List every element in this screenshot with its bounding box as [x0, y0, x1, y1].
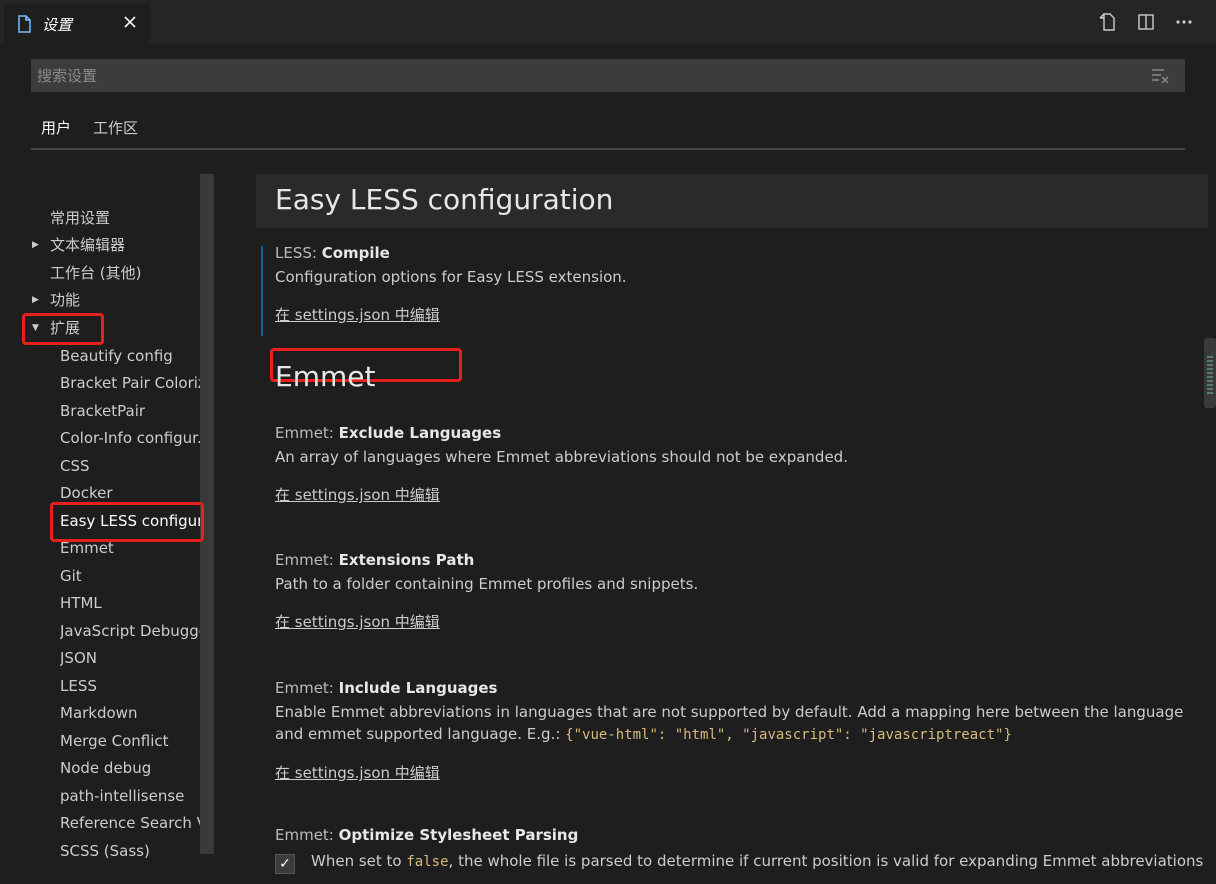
toc-item-json[interactable]: JSON	[60, 645, 210, 671]
toc-item-scss[interactable]: SCSS (Sass)	[60, 838, 210, 864]
toc-item-reference-search[interactable]: Reference Search V...	[60, 810, 210, 836]
chevron-right-icon[interactable]: ▶	[32, 287, 42, 313]
tab-settings[interactable]: 设置	[4, 4, 150, 44]
toc-item-css[interactable]: CSS	[60, 453, 210, 479]
group-header: Easy LESS configuration	[256, 174, 1208, 228]
more-actions-icon[interactable]	[1172, 10, 1196, 34]
toc-item-js-debugger[interactable]: JavaScript Debugger	[60, 618, 210, 644]
setting-name: Optimize Stylesheet Parsing	[338, 826, 579, 844]
edit-in-settings-json-link[interactable]: 在 settings.json 中编辑	[275, 484, 440, 505]
search-box	[31, 59, 1185, 92]
code-snippet: {"vue-html": "html", "javascript": "java…	[565, 727, 1012, 743]
split-editor-icon[interactable]	[1134, 10, 1158, 34]
setting-description: When set to false, the whole file is par…	[311, 852, 1203, 870]
toc-item-features[interactable]: 功能	[50, 287, 210, 313]
settings-toc: 常用设置 ▶ 文本编辑器 工作台 (其他) ▶ 功能 ▼ 扩展 Beautify…	[4, 174, 214, 884]
toc-item-beautify[interactable]: Beautify config	[60, 343, 210, 369]
minimap-slider[interactable]	[1204, 338, 1216, 408]
group-title: Easy LESS configuration	[275, 183, 614, 216]
toc-item-git[interactable]: Git	[60, 563, 210, 589]
setting-description-text: , the whole file is parsed to determine …	[448, 852, 1204, 870]
setting-category: Emmet:	[275, 679, 339, 697]
setting-exclude-languages: Emmet: Exclude Languages An array of lan…	[275, 424, 1195, 505]
setting-category: Emmet:	[275, 424, 339, 442]
open-settings-json-icon[interactable]	[1096, 10, 1120, 34]
setting-description: Path to a folder containing Emmet profil…	[275, 575, 699, 593]
chevron-down-icon[interactable]: ▼	[32, 315, 42, 341]
search-input[interactable]	[31, 59, 1143, 92]
close-icon[interactable]	[122, 14, 138, 30]
toc-item-path-intellisense[interactable]: path-intellisense	[60, 783, 210, 809]
editor-actions	[1096, 10, 1196, 34]
toc-item-node-debug[interactable]: Node debug	[60, 755, 210, 781]
setting-description-text: When set to	[311, 852, 407, 870]
file-icon	[18, 15, 31, 33]
settings-content: Easy LESS configuration LESS: Compile Co…	[256, 174, 1208, 884]
toc-item-text-editor[interactable]: 文本编辑器	[50, 232, 210, 258]
optimize-stylesheet-checkbox[interactable]: ✓	[275, 854, 295, 874]
setting-name: Exclude Languages	[338, 424, 502, 442]
setting-description: An array of languages where Emmet abbrev…	[275, 448, 848, 466]
edit-in-settings-json-link[interactable]: 在 settings.json 中编辑	[275, 304, 440, 325]
section-title-emmet: Emmet	[275, 360, 376, 393]
clear-filter-icon[interactable]	[1151, 67, 1169, 85]
toc-item-emmet[interactable]: Emmet	[60, 535, 210, 561]
setting-category: LESS:	[275, 244, 322, 262]
setting-description: Configuration options for Easy LESS exte…	[275, 268, 627, 286]
toc-scrollbar[interactable]	[200, 174, 214, 854]
toc-item-docker[interactable]: Docker	[60, 480, 210, 506]
settings-editor: 用户 工作区 常用设置 ▶ 文本编辑器 工作台 (其他) ▶ 功能 ▼ 扩展 B…	[4, 44, 1216, 884]
tab-bar: 设置	[0, 0, 1216, 44]
setting-category: Emmet:	[275, 826, 339, 844]
setting-extensions-path: Emmet: Extensions Path Path to a folder …	[275, 551, 1195, 632]
setting-name: Compile	[321, 244, 390, 262]
toc-item-easy-less[interactable]: Easy LESS configur...	[60, 508, 210, 534]
tab-workspace[interactable]: 工作区	[93, 117, 138, 138]
chevron-right-icon[interactable]: ▶	[32, 232, 42, 258]
code-snippet: false	[406, 854, 449, 870]
setting-category: Emmet:	[275, 551, 339, 569]
toc-item-bracket-pair-colorizer[interactable]: Bracket Pair Coloriz...	[60, 370, 210, 396]
toc-item-common[interactable]: 常用设置	[50, 205, 210, 231]
setting-description: Enable Emmet abbreviations in languages …	[275, 701, 1195, 746]
edit-in-settings-json-link[interactable]: 在 settings.json 中编辑	[275, 611, 440, 632]
tab-title: 设置	[42, 15, 73, 34]
setting-include-languages: Emmet: Include Languages Enable Emmet ab…	[275, 679, 1195, 783]
edit-in-settings-json-link[interactable]: 在 settings.json 中编辑	[275, 762, 440, 783]
toc-item-merge-conflict[interactable]: Merge Conflict	[60, 728, 210, 754]
setting-optimize-stylesheet: Emmet: Optimize Stylesheet Parsing	[275, 826, 1195, 844]
toc-item-bracketpair[interactable]: BracketPair	[60, 398, 210, 424]
toc-item-workbench[interactable]: 工作台 (其他)	[50, 260, 210, 286]
scope-tabs: 用户 工作区	[31, 104, 1185, 150]
toc-item-less[interactable]: LESS	[60, 673, 210, 699]
setting-less-compile: LESS: Compile Configuration options for …	[275, 244, 1195, 325]
toc-item-html[interactable]: HTML	[60, 590, 210, 616]
toc-item-color-info[interactable]: Color-Info configur...	[60, 425, 210, 451]
toc-item-markdown[interactable]: Markdown	[60, 700, 210, 726]
toc-item-extensions[interactable]: 扩展	[50, 315, 210, 341]
tab-user[interactable]: 用户	[41, 117, 71, 138]
focus-indicator	[261, 246, 263, 336]
setting-name: Extensions Path	[338, 551, 475, 569]
setting-name: Include Languages	[338, 679, 498, 697]
